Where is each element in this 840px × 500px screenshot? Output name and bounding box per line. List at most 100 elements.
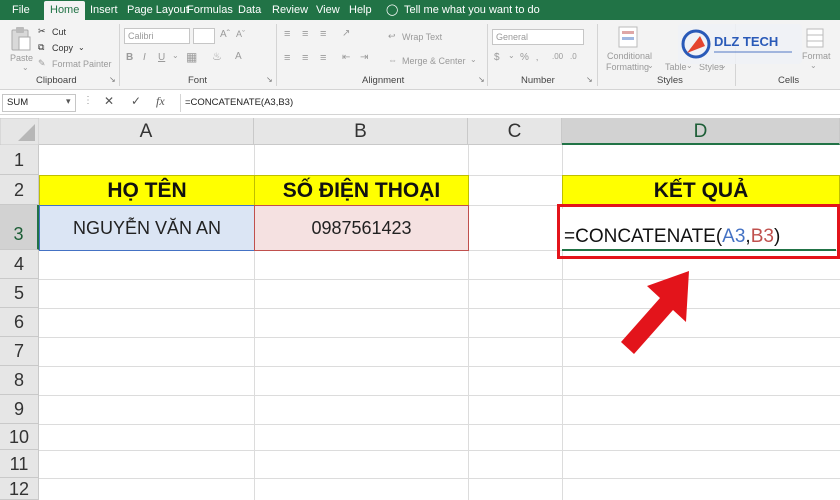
dialog-launcher-icon[interactable]: ↘ [586, 75, 593, 84]
chevron-down-icon[interactable]: ▾ [66, 96, 71, 107]
row-header-6[interactable]: 6 [0, 308, 39, 337]
format-painter-button[interactable]: Format Painter [52, 59, 112, 69]
cell-d2[interactable]: KẾT QUẢ [562, 175, 840, 206]
row-header-2[interactable]: 2 [0, 175, 39, 205]
chevron-down-icon[interactable]: ⌄ [810, 61, 817, 70]
tab-home[interactable]: Home [44, 1, 86, 20]
orientation-icon[interactable]: ↗ [342, 28, 350, 39]
formula-ref-a3: A3 [722, 226, 746, 247]
gridline [39, 424, 840, 425]
select-all-corner[interactable] [0, 118, 39, 145]
cell-d3-editing[interactable]: =CONCATENATE(A3,B3) [562, 209, 836, 251]
tab-view[interactable]: View [316, 0, 340, 20]
column-header-d[interactable]: D [562, 118, 840, 145]
cut-button[interactable]: Cut [52, 27, 66, 37]
font-size-dropdown[interactable] [193, 28, 215, 44]
styles-group-label: Styles [657, 75, 683, 86]
chevron-down-icon[interactable]: ⌄ [172, 51, 179, 60]
decrease-decimal-icon[interactable]: .0 [570, 52, 577, 61]
name-box[interactable]: SUM [2, 94, 76, 112]
shrink-font-icon[interactable]: Aˇ [236, 29, 245, 39]
borders-icon[interactable]: ▦ [186, 50, 197, 64]
comma-style-icon[interactable]: ‚ [536, 52, 538, 63]
align-top-icon[interactable]: ≡ [284, 28, 290, 40]
row-header-5[interactable]: 5 [0, 279, 39, 308]
cell-b3[interactable]: 0987561423 [254, 205, 469, 251]
paste-icon[interactable] [10, 26, 32, 52]
tab-data[interactable]: Data [238, 0, 261, 20]
column-header-a[interactable]: A [39, 118, 254, 145]
align-bottom-icon[interactable]: ≡ [320, 28, 326, 40]
row-header-11[interactable]: 11 [0, 450, 39, 478]
percent-icon[interactable]: % [520, 52, 529, 63]
dialog-launcher-icon[interactable]: ↘ [266, 75, 273, 84]
copy-button[interactable]: Copy [52, 43, 73, 53]
row-header-7[interactable]: 7 [0, 337, 39, 366]
font-name-dropdown[interactable]: Calibri [124, 28, 190, 44]
fill-color-icon[interactable]: ♨ [212, 50, 222, 63]
align-right-icon[interactable]: ≡ [320, 52, 326, 64]
formatting-label[interactable]: Formatting [606, 62, 649, 72]
increase-decimal-icon[interactable]: .00 [552, 52, 563, 61]
underline-icon[interactable]: U [158, 52, 165, 63]
grow-font-icon[interactable]: Aˆ [220, 29, 230, 40]
conditional-label[interactable]: Conditional [607, 51, 652, 61]
chevron-down-icon[interactable]: ⌄ [508, 51, 515, 60]
enter-checkmark-icon[interactable]: ✓ [131, 94, 141, 108]
row-header-10[interactable]: 10 [0, 424, 39, 450]
paintbrush-icon: ✎ [38, 58, 46, 68]
paste-label[interactable]: Paste [10, 53, 33, 63]
row-header-3[interactable]: 3 [0, 205, 39, 250]
alignment-group-label: Alignment [362, 75, 405, 86]
dialog-launcher-icon[interactable]: ↘ [478, 75, 485, 84]
formula-input[interactable]: =CONCATENATE(A3,B3) [180, 94, 838, 112]
row-header-1[interactable]: 1 [0, 145, 39, 175]
ribbon-separator [597, 24, 598, 86]
font-color-icon[interactable]: A [235, 51, 242, 62]
decrease-indent-icon[interactable]: ⇤ [342, 52, 350, 63]
gridline [39, 308, 840, 309]
italic-icon[interactable]: I [143, 52, 146, 63]
tab-insert[interactable]: Insert [90, 0, 118, 20]
cell-a3[interactable]: NGUYỄN VĂN AN [39, 205, 255, 251]
align-middle-icon[interactable]: ≡ [302, 28, 308, 40]
column-header-c[interactable]: C [468, 118, 562, 145]
tab-file[interactable]: File [12, 0, 30, 20]
gridline [39, 366, 840, 367]
bold-icon[interactable]: B [126, 52, 133, 63]
align-center-icon[interactable]: ≡ [302, 52, 308, 64]
currency-icon[interactable]: $ [494, 52, 500, 63]
gridline [39, 337, 840, 338]
tab-help[interactable]: Help [349, 0, 372, 20]
cell-a2[interactable]: HỌ TÊN [39, 175, 255, 206]
row-header-12[interactable]: 12 [0, 478, 39, 500]
number-format-dropdown[interactable]: General [492, 29, 584, 45]
merge-center-button[interactable]: Merge & Center [402, 56, 466, 66]
row-header-8[interactable]: 8 [0, 366, 39, 395]
row-header-4[interactable]: 4 [0, 250, 39, 279]
row-header-9[interactable]: 9 [0, 395, 39, 424]
chevron-down-icon[interactable]: ⌄ [78, 43, 85, 52]
format-button[interactable]: Format [802, 51, 831, 61]
chevron-down-icon[interactable]: ⌄ [22, 63, 29, 72]
chevron-down-icon[interactable]: ⌄ [647, 61, 654, 70]
wrap-text-button[interactable]: Wrap Text [402, 32, 442, 42]
insert-function-icon[interactable]: fx [156, 94, 165, 109]
ribbon-separator [119, 24, 120, 86]
tab-review[interactable]: Review [272, 0, 308, 20]
column-header-b[interactable]: B [254, 118, 468, 145]
tab-formulas[interactable]: Formulas [187, 0, 233, 20]
format-cells-icon[interactable] [806, 28, 824, 48]
tell-me-search[interactable]: Tell me what you want to do [404, 0, 540, 20]
number-group-label: Number [521, 75, 555, 86]
red-arrow-icon [621, 271, 689, 354]
cell-b2[interactable]: SỐ ĐIỆN THOẠI [254, 175, 469, 206]
increase-indent-icon[interactable]: ⇥ [360, 52, 368, 63]
chevron-down-icon[interactable]: ⌄ [470, 55, 477, 64]
cancel-icon[interactable]: ✕ [104, 94, 114, 108]
tab-page-layout[interactable]: Page Layout [127, 0, 189, 20]
logo-text: DLZ TECH [714, 34, 778, 49]
align-left-icon[interactable]: ≡ [284, 52, 290, 64]
conditional-formatting-icon[interactable] [618, 26, 638, 48]
dialog-launcher-icon[interactable]: ↘ [109, 75, 116, 84]
